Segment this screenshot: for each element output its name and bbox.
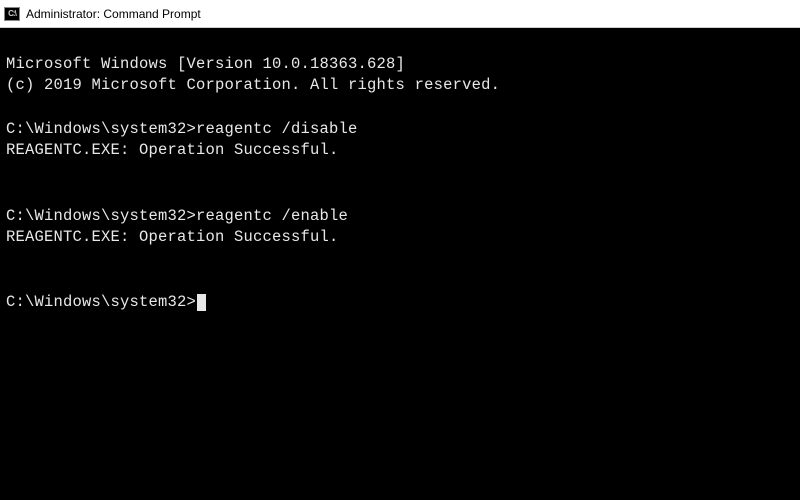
prompt-3: C:\Windows\system32> (6, 293, 196, 311)
blank-line (6, 249, 794, 271)
window-title: Administrator: Command Prompt (26, 7, 201, 21)
prompt-1: C:\Windows\system32> (6, 120, 196, 138)
version-line: Microsoft Windows [Version 10.0.18363.62… (6, 55, 405, 73)
command-2: reagentc /enable (196, 207, 348, 225)
window-titlebar[interactable]: C:\ Administrator: Command Prompt (0, 0, 800, 28)
command-1: reagentc /disable (196, 120, 358, 138)
terminal-output[interactable]: Microsoft Windows [Version 10.0.18363.62… (0, 28, 800, 500)
prompt-2: C:\Windows\system32> (6, 207, 196, 225)
blank-line (6, 162, 794, 184)
output-1: REAGENTC.EXE: Operation Successful. (6, 141, 339, 159)
blank-line (6, 97, 794, 119)
cmd-icon: C:\ (4, 7, 20, 21)
copyright-line: (c) 2019 Microsoft Corporation. All righ… (6, 76, 500, 94)
cursor (197, 294, 206, 311)
output-2: REAGENTC.EXE: Operation Successful. (6, 228, 339, 246)
